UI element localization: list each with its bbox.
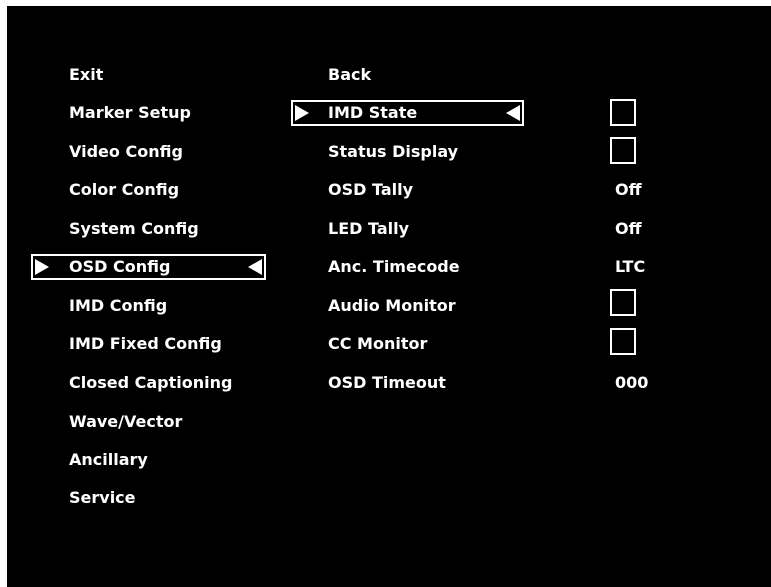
submenu-item-osd-timeout[interactable]: OSD Timeout [328,370,528,396]
submenu-item-status-display[interactable]: Status Display [328,139,528,165]
submenu-item-cc-monitor[interactable]: CC Monitor [328,331,528,357]
submenu-item-label: Back [328,65,372,84]
submenu-item-imd-state[interactable]: IMD State [291,100,524,126]
menu-item-label: Video Config [69,142,183,161]
selection-arrow-right-icon [35,259,49,275]
menu-item-label: OSD Config [69,257,171,276]
submenu-item-label: CC Monitor [328,334,428,353]
imd-state-checkbox[interactable] [610,99,636,126]
submenu-item-back[interactable]: Back [328,62,528,88]
menu-item-label: Color Config [69,180,180,199]
status-display-checkbox[interactable] [610,137,636,164]
anc-timecode-value[interactable]: LTC [615,254,645,280]
submenu-item-led-tally[interactable]: LED Tally [328,216,528,242]
selection-arrow-left-icon [506,105,520,121]
menu-item-video-config[interactable]: Video Config [69,139,269,165]
selection-arrow-left-icon [248,259,262,275]
selection-arrow-right-icon [295,105,309,121]
menu-item-label: Wave/Vector [69,412,183,431]
submenu-item-label: IMD State [328,103,418,122]
menu-item-label: IMD Config [69,296,168,315]
submenu-item-anc-timecode[interactable]: Anc. Timecode [328,254,528,280]
led-tally-value[interactable]: Off [615,216,642,242]
menu-item-label: Marker Setup [69,103,191,122]
submenu-item-label: Audio Monitor [328,296,456,315]
menu-item-closed-captioning[interactable]: Closed Captioning [69,370,269,396]
menu-item-label: System Config [69,219,199,238]
osd-timeout-value[interactable]: 000 [615,370,648,396]
menu-item-osd-config[interactable]: OSD Config [31,254,266,280]
cc-monitor-checkbox[interactable] [610,328,636,355]
submenu-item-audio-monitor[interactable]: Audio Monitor [328,293,528,319]
submenu-item-label: OSD Tally [328,180,414,199]
menu-item-service[interactable]: Service [69,485,269,511]
menu-item-marker-setup[interactable]: Marker Setup [69,100,269,126]
submenu-item-osd-tally[interactable]: OSD Tally [328,177,528,203]
audio-monitor-checkbox[interactable] [610,289,636,316]
menu-item-ancillary[interactable]: Ancillary [69,447,269,473]
menu-item-system-config[interactable]: System Config [69,216,269,242]
menu-item-imd-config[interactable]: IMD Config [69,293,269,319]
submenu-item-label: OSD Timeout [328,373,446,392]
menu-item-imd-fixed-config[interactable]: IMD Fixed Config [69,331,269,357]
menu-item-label: Exit [69,65,104,84]
osd-tally-value[interactable]: Off [615,177,642,203]
menu-item-label: IMD Fixed Config [69,334,222,353]
submenu-item-label: LED Tally [328,219,410,238]
menu-item-label: Ancillary [69,450,148,469]
submenu-item-label: Anc. Timecode [328,257,460,276]
submenu-item-label: Status Display [328,142,459,161]
menu-item-wave-vector[interactable]: Wave/Vector [69,409,269,435]
menu-item-exit[interactable]: Exit [69,62,269,88]
osd-screen: Exit Marker Setup Video Config Color Con… [7,6,771,587]
menu-item-label: Closed Captioning [69,373,233,392]
menu-item-label: Service [69,488,136,507]
menu-item-color-config[interactable]: Color Config [69,177,269,203]
